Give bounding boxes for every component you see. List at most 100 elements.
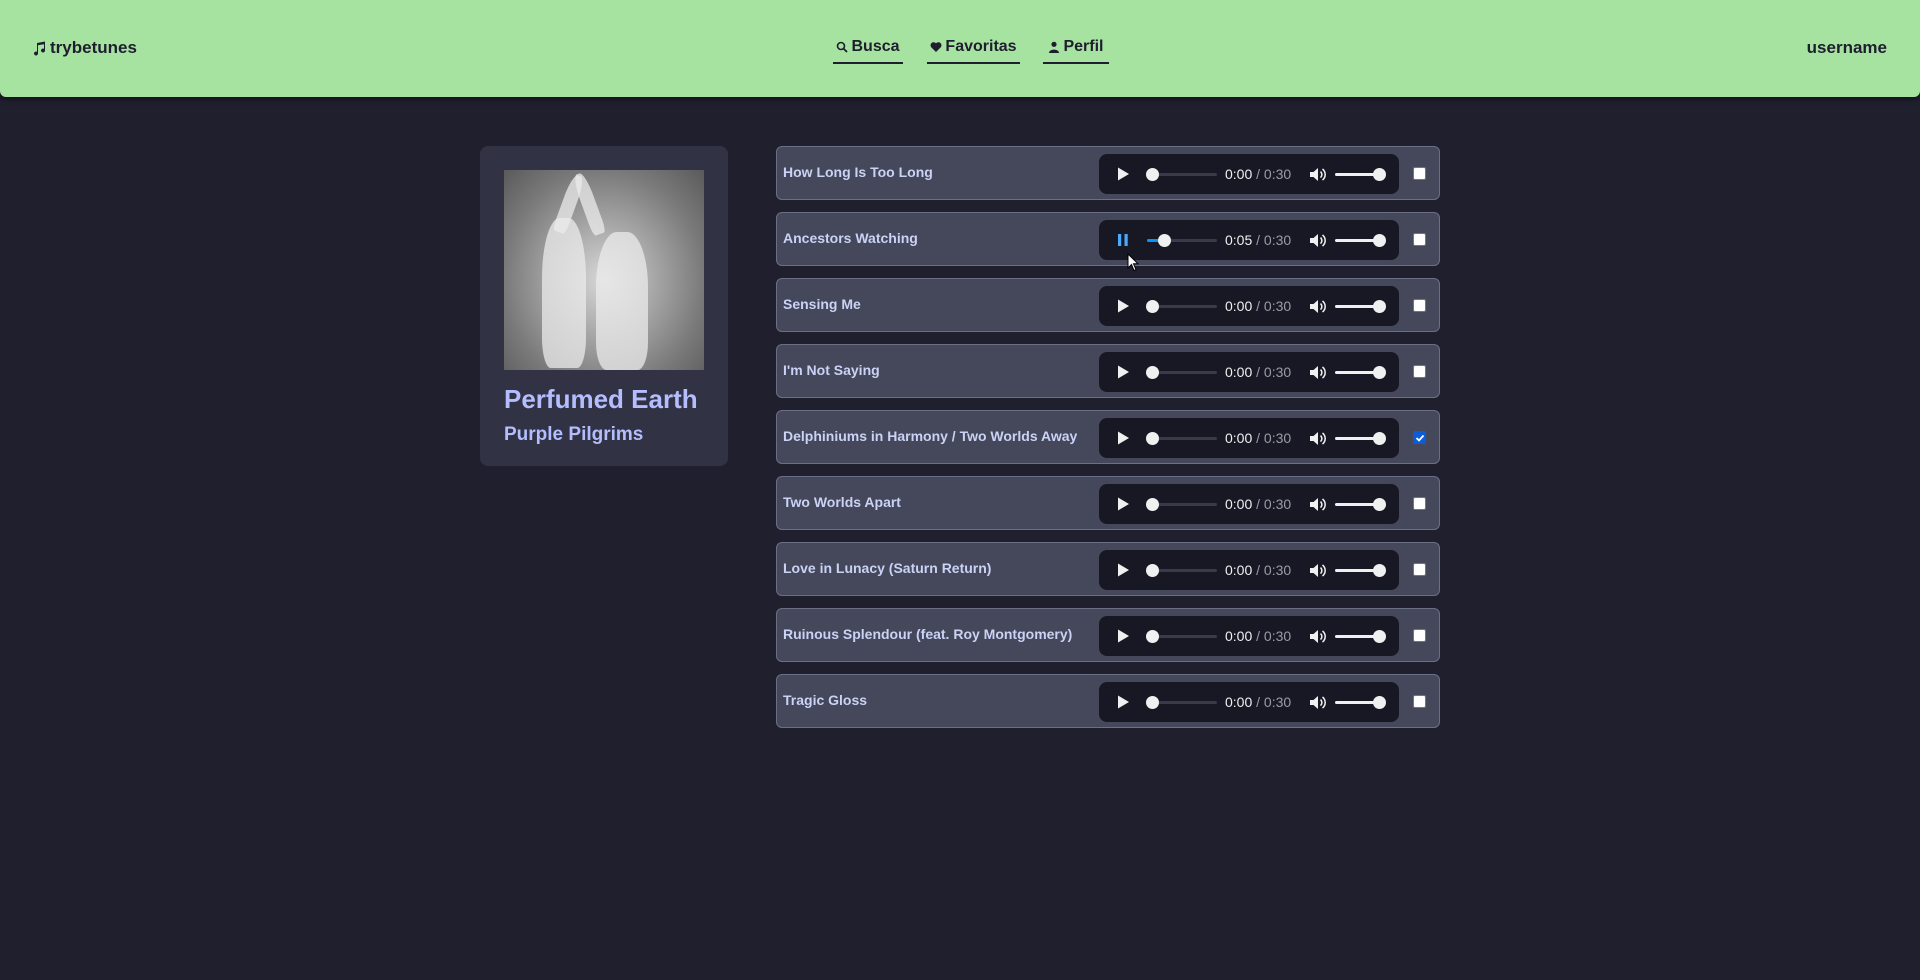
current-time: 0:00 <box>1225 430 1253 446</box>
duration: 0:30 <box>1263 298 1292 314</box>
play-icon[interactable] <box>1115 364 1131 380</box>
nav-link-perfil[interactable]: Perfil <box>1043 36 1109 64</box>
volume-icon[interactable] <box>1309 430 1326 447</box>
mouse-cursor-icon <box>1127 253 1139 272</box>
volume-handle[interactable] <box>1373 630 1386 643</box>
seek-slider[interactable] <box>1146 630 1217 643</box>
volume-slider[interactable] <box>1335 168 1386 181</box>
favorite-checkbox[interactable] <box>1413 695 1426 708</box>
volume-icon[interactable] <box>1309 364 1326 381</box>
track-name: Ancestors Watching <box>783 230 918 246</box>
favorite-checkbox[interactable] <box>1413 563 1426 576</box>
time-display: 0:00 / 0:30 <box>1225 364 1292 380</box>
play-icon[interactable] <box>1115 430 1131 446</box>
volume-slider[interactable] <box>1335 630 1386 643</box>
seek-handle[interactable] <box>1146 432 1159 445</box>
favorite-checkbox[interactable] <box>1413 233 1426 246</box>
play-icon[interactable] <box>1115 166 1131 182</box>
track-name: Delphiniums in Harmony / Two Worlds Away <box>783 428 1078 444</box>
current-time: 0:00 <box>1225 364 1253 380</box>
seek-handle[interactable] <box>1146 564 1159 577</box>
volume-slider[interactable] <box>1335 300 1386 313</box>
seek-handle[interactable] <box>1146 630 1159 643</box>
seek-handle[interactable] <box>1146 366 1159 379</box>
current-time: 0:00 <box>1225 562 1253 578</box>
audio-player: 0:00 / 0:30 <box>1099 418 1399 458</box>
volume-icon[interactable] <box>1309 496 1326 513</box>
volume-handle[interactable] <box>1373 564 1386 577</box>
volume-icon[interactable] <box>1309 562 1326 579</box>
volume-icon[interactable] <box>1309 694 1326 711</box>
volume-icon[interactable] <box>1309 166 1326 183</box>
seek-handle[interactable] <box>1146 300 1159 313</box>
favorite-checkbox[interactable] <box>1413 431 1426 444</box>
seek-slider[interactable] <box>1146 168 1217 181</box>
seek-handle[interactable] <box>1158 234 1171 247</box>
volume-slider[interactable] <box>1335 696 1386 709</box>
duration: 0:30 <box>1263 430 1292 446</box>
seek-slider[interactable] <box>1146 432 1217 445</box>
track-name: Love in Lunacy (Saturn Return) <box>783 560 992 576</box>
volume-slider[interactable] <box>1335 564 1386 577</box>
play-icon[interactable] <box>1115 628 1131 644</box>
seek-slider[interactable] <box>1146 564 1217 577</box>
seek-slider[interactable] <box>1146 696 1217 709</box>
volume-slider[interactable] <box>1335 498 1386 511</box>
favorite-checkbox[interactable] <box>1413 299 1426 312</box>
volume-icon[interactable] <box>1309 298 1326 315</box>
nav-link-favoritas[interactable]: Favoritas <box>927 36 1020 64</box>
favorite-checkbox[interactable] <box>1413 629 1426 642</box>
time-display: 0:05 / 0:30 <box>1225 232 1292 248</box>
volume-slider[interactable] <box>1335 234 1386 247</box>
nav-label: Favoritas <box>945 38 1017 55</box>
seek-handle[interactable] <box>1146 168 1159 181</box>
seek-handle[interactable] <box>1146 696 1159 709</box>
time-display: 0:00 / 0:30 <box>1225 496 1292 512</box>
track-row: Ruinous Splendour (feat. Roy Montgomery)… <box>776 608 1440 662</box>
track-name: How Long Is Too Long <box>783 164 933 180</box>
seek-handle[interactable] <box>1146 498 1159 511</box>
play-icon[interactable] <box>1115 496 1131 512</box>
play-icon[interactable] <box>1115 694 1131 710</box>
volume-handle[interactable] <box>1373 168 1386 181</box>
seek-slider[interactable] <box>1146 498 1217 511</box>
volume-icon[interactable] <box>1309 232 1326 249</box>
duration: 0:30 <box>1263 628 1292 644</box>
favorite-checkbox[interactable] <box>1413 167 1426 180</box>
volume-handle[interactable] <box>1373 234 1386 247</box>
username-label[interactable]: username <box>1807 38 1887 58</box>
seek-slider[interactable] <box>1146 300 1217 313</box>
play-icon[interactable] <box>1115 298 1131 314</box>
volume-handle[interactable] <box>1373 432 1386 445</box>
volume-handle[interactable] <box>1373 498 1386 511</box>
volume-handle[interactable] <box>1373 696 1386 709</box>
volume-slider[interactable] <box>1335 432 1386 445</box>
track-row: Tragic Gloss 0:00 / 0:30 <box>776 674 1440 728</box>
current-time: 0:00 <box>1225 694 1253 710</box>
heart-icon <box>930 42 942 52</box>
volume-icon[interactable] <box>1309 628 1326 645</box>
volume-handle[interactable] <box>1373 300 1386 313</box>
track-row: Delphiniums in Harmony / Two Worlds Away… <box>776 410 1440 464</box>
volume-handle[interactable] <box>1373 366 1386 379</box>
top-header: trybetunes Busca Favoritas Perfil userna… <box>0 0 1920 97</box>
current-time: 0:00 <box>1225 298 1253 314</box>
nav-link-busca[interactable]: Busca <box>833 36 903 64</box>
seek-slider[interactable] <box>1147 234 1217 247</box>
track-row: Sensing Me 0:00 / 0:30 <box>776 278 1440 332</box>
pause-icon[interactable] <box>1115 232 1131 248</box>
time-display: 0:00 / 0:30 <box>1225 694 1292 710</box>
favorite-checkbox[interactable] <box>1413 365 1426 378</box>
track-name: Ruinous Splendour (feat. Roy Montgomery) <box>783 626 1073 642</box>
volume-slider[interactable] <box>1335 366 1386 379</box>
play-icon[interactable] <box>1115 562 1131 578</box>
nav-label: Busca <box>851 38 900 55</box>
track-name: Sensing Me <box>783 296 861 312</box>
audio-player: 0:00 / 0:30 <box>1099 154 1399 194</box>
main-nav: Busca Favoritas Perfil <box>0 36 1920 66</box>
seek-slider[interactable] <box>1146 366 1217 379</box>
current-time: 0:00 <box>1225 628 1253 644</box>
favorite-checkbox[interactable] <box>1413 497 1426 510</box>
time-display: 0:00 / 0:30 <box>1225 430 1292 446</box>
time-display: 0:00 / 0:30 <box>1225 628 1292 644</box>
